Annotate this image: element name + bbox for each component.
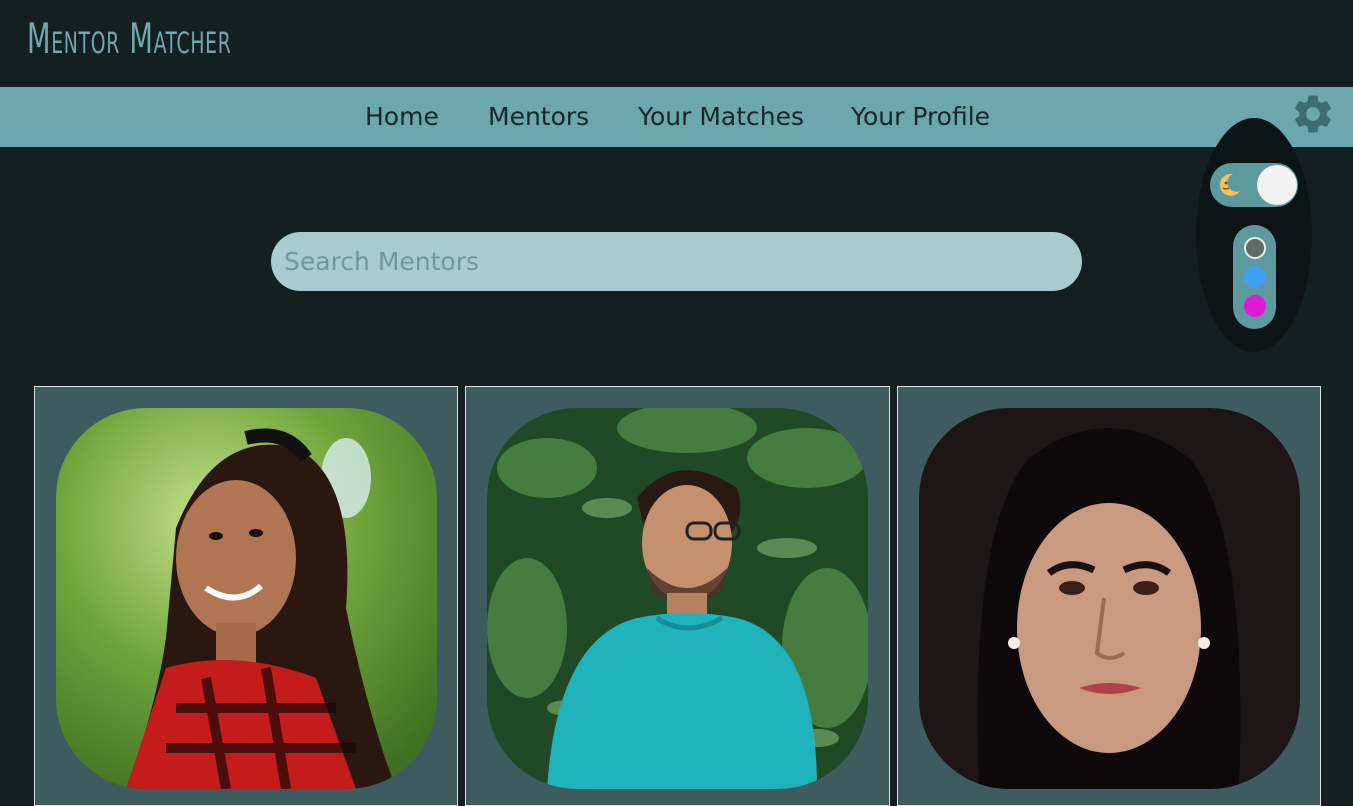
- nav-link-home[interactable]: Home: [365, 87, 439, 147]
- nav-bar: Home Mentors Your Matches Your Profile: [0, 87, 1353, 147]
- mentor-photo: [56, 408, 437, 789]
- color-swatch-blue[interactable]: [1244, 266, 1266, 288]
- gear-icon[interactable]: [1290, 91, 1336, 137]
- nav-link-your-matches[interactable]: Your Matches: [638, 87, 804, 147]
- nav-link-your-profile[interactable]: Your Profile: [851, 87, 990, 147]
- mentor-card[interactable]: [897, 386, 1321, 806]
- moon-icon: [1219, 173, 1240, 196]
- app-header: Mentor Matcher: [0, 0, 1353, 87]
- nav-link-mentors[interactable]: Mentors: [488, 87, 589, 147]
- color-swatch-gray-green[interactable]: [1244, 237, 1266, 259]
- toggle-knob[interactable]: [1257, 165, 1297, 205]
- mentor-photo: [487, 408, 868, 789]
- search-input[interactable]: [271, 232, 1082, 291]
- color-swatch-magenta[interactable]: [1244, 295, 1266, 317]
- app-title: Mentor Matcher: [27, 14, 232, 63]
- mentor-card[interactable]: [465, 386, 890, 806]
- mentor-card[interactable]: [34, 386, 458, 806]
- mentor-photo: [919, 408, 1300, 789]
